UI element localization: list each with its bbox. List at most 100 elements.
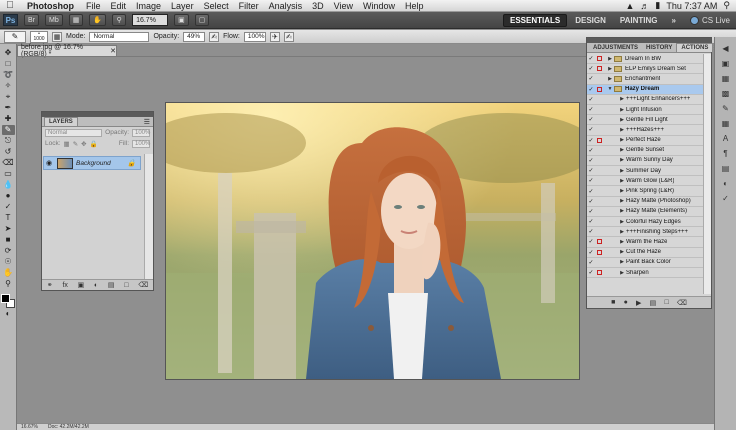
battery-icon[interactable]: ▮ xyxy=(655,0,660,11)
layer-row-background[interactable]: ◉ Background 🔒 xyxy=(43,156,141,170)
menu-image[interactable]: Image xyxy=(131,1,166,11)
disclosure-closed-icon[interactable]: ▶ xyxy=(618,219,626,225)
gradient-tool-icon[interactable]: ▭ xyxy=(2,169,15,179)
3d-orbit-tool-icon[interactable]: ☉ xyxy=(2,257,15,267)
lock-all-icon[interactable]: 🔒 xyxy=(90,140,98,148)
hand-icon[interactable]: ✋ xyxy=(89,14,107,26)
type-tool-icon[interactable]: T xyxy=(2,213,15,223)
panel-menu-icon[interactable]: ☰ xyxy=(144,118,153,126)
disclosure-closed-icon[interactable]: ▶ xyxy=(618,239,626,245)
volume-icon[interactable]: ♬ xyxy=(640,1,649,11)
action-row[interactable]: ✓ ▶ Enchantment xyxy=(587,74,711,85)
record-icon[interactable]: ● xyxy=(624,299,628,306)
hand-tool-icon[interactable]: ✋ xyxy=(2,268,15,278)
lock-position-icon[interactable]: ✥ xyxy=(81,140,86,148)
document-tab[interactable]: before.jpg @ 16.7% (RGB/8) * ✕ xyxy=(17,44,117,58)
tab-actions[interactable]: ACTIONS xyxy=(676,43,714,52)
menu-file[interactable]: File xyxy=(81,1,106,11)
action-row[interactable]: ✓ ▶ Paint Back Color xyxy=(587,258,711,268)
disclosure-closed-icon[interactable]: ▶ xyxy=(618,117,626,123)
action-row[interactable]: ✓ ▶ +++Finishing Steps+++ xyxy=(587,227,711,238)
action-row[interactable]: ✓ ▶ Sharpen xyxy=(587,268,711,279)
status-zoom[interactable]: 16.67% xyxy=(21,424,38,430)
action-toggle-check-icon[interactable]: ✓ xyxy=(587,269,595,276)
action-row[interactable]: ✓ ▶ Warm Sunny Day xyxy=(587,156,711,167)
spotlight-icon[interactable]: ⚲ xyxy=(723,0,730,11)
layers-panel-icon[interactable]: ▤ xyxy=(719,163,732,174)
blur-tool-icon[interactable]: 💧 xyxy=(2,180,15,190)
tab-layers[interactable]: LAYERS xyxy=(44,117,78,126)
action-toggle-check-icon[interactable]: ✓ xyxy=(587,167,595,174)
disclosure-closed-icon[interactable]: ▶ xyxy=(618,188,626,194)
workspace-more[interactable]: » xyxy=(666,14,682,27)
menu-view[interactable]: View xyxy=(329,1,358,11)
action-row[interactable]: ✓ ▶ Colorful Hazy Edges xyxy=(587,217,711,228)
action-row[interactable]: ✓ ▶ Dream In BW xyxy=(587,54,711,65)
action-toggle-check-icon[interactable]: ✓ xyxy=(587,188,595,195)
cs-live-button[interactable]: CS Live xyxy=(689,15,730,25)
action-toggle-check-icon[interactable]: ✓ xyxy=(587,86,595,93)
zoom-icon[interactable]: ⚲ xyxy=(112,14,127,26)
action-row[interactable]: ✓ ▶ Hazy Matte (Elements) xyxy=(587,207,711,217)
action-toggle-check-icon[interactable]: ✓ xyxy=(587,208,595,215)
action-toggle-check-icon[interactable]: ✓ xyxy=(587,126,595,133)
dialog-toggle-icon[interactable] xyxy=(595,55,604,62)
dialog-toggle-icon[interactable] xyxy=(595,157,604,164)
fx-icon[interactable]: fx xyxy=(62,282,67,289)
disclosure-closed-icon[interactable]: ▶ xyxy=(618,168,626,174)
action-toggle-check-icon[interactable]: ✓ xyxy=(587,228,595,235)
disclosure-closed-icon[interactable]: ▶ xyxy=(618,229,626,235)
new-layer-icon[interactable]: □ xyxy=(124,282,128,289)
dialog-toggle-icon[interactable] xyxy=(595,116,604,123)
eyedropper-tool-icon[interactable]: ✒ xyxy=(2,103,15,113)
quick-mask-icon[interactable]: ◐ xyxy=(2,309,15,319)
layers-opacity-field[interactable]: 100% xyxy=(132,128,150,137)
dialog-toggle-icon[interactable] xyxy=(595,269,604,276)
menu-layer[interactable]: Layer xyxy=(166,1,199,11)
tab-adjustments[interactable]: ADJUSTMENTS xyxy=(589,43,642,52)
character-panel-icon[interactable]: A xyxy=(719,133,732,144)
dialog-toggle-icon[interactable] xyxy=(595,208,604,215)
disclosure-open-icon[interactable]: ▼ xyxy=(606,86,614,92)
lock-pixels-icon[interactable]: ✎ xyxy=(73,140,78,148)
wifi-icon[interactable]: ▲ xyxy=(626,1,635,11)
clone-stamp-tool-icon[interactable]: ⎋ xyxy=(2,136,15,146)
dialog-toggle-icon[interactable] xyxy=(595,147,604,154)
move-tool-icon[interactable]: ✥ xyxy=(2,48,15,58)
airbrush-icon[interactable]: ✈ xyxy=(269,31,280,42)
fill-field[interactable]: 100% xyxy=(132,139,150,148)
action-row[interactable]: ✓ ▶ Hazy Matte (Photoshop) xyxy=(587,197,711,207)
disclosure-closed-icon[interactable]: ▶ xyxy=(618,96,626,102)
action-toggle-check-icon[interactable]: ✓ xyxy=(587,116,595,123)
action-toggle-check-icon[interactable]: ✓ xyxy=(587,157,595,164)
disclosure-closed-icon[interactable]: ▶ xyxy=(618,127,626,133)
action-row[interactable]: ✓ ▶ Pink Spring (L&R) xyxy=(587,186,711,197)
disclosure-closed-icon[interactable]: ▶ xyxy=(618,137,626,143)
dialog-toggle-icon[interactable] xyxy=(595,96,604,103)
disclosure-closed-icon[interactable]: ▶ xyxy=(606,76,614,82)
action-toggle-check-icon[interactable]: ✓ xyxy=(587,198,595,205)
menu-help[interactable]: Help xyxy=(400,1,429,11)
menu-3d[interactable]: 3D xyxy=(307,1,329,11)
disclosure-closed-icon[interactable]: ▶ xyxy=(618,249,626,255)
lasso-tool-icon[interactable]: ➰ xyxy=(2,70,15,80)
action-row[interactable]: ✓ ▶ Warm Glow (L&R) xyxy=(587,176,711,187)
actions-scrollbar[interactable] xyxy=(703,54,711,294)
disclosure-closed-icon[interactable]: ▶ xyxy=(618,198,626,204)
eraser-tool-icon[interactable]: ⌫ xyxy=(2,158,15,168)
action-row[interactable]: ✓ ▶ Summer Day xyxy=(587,166,711,177)
opacity-pressure-icon[interactable]: ✍ xyxy=(209,31,220,42)
brush-tool-icon[interactable]: ✎ xyxy=(1,125,15,135)
action-row[interactable]: ✓ ▶ +++Light Enhancers+++ xyxy=(587,95,711,105)
dialog-toggle-icon[interactable] xyxy=(595,198,604,205)
new-action-icon[interactable]: □ xyxy=(664,299,668,306)
dialog-toggle-icon[interactable] xyxy=(595,65,604,72)
disclosure-closed-icon[interactable]: ▶ xyxy=(606,56,614,62)
mode-select[interactable]: Normal xyxy=(89,31,150,42)
disclosure-closed-icon[interactable]: ▶ xyxy=(606,66,614,72)
expand-panels-icon[interactable]: ◀ xyxy=(719,43,732,54)
adjustment-layer-icon[interactable]: ◐ xyxy=(94,282,98,289)
grid-icon[interactable]: ▦ xyxy=(68,14,84,26)
dialog-toggle-icon[interactable] xyxy=(595,126,604,133)
menu-window[interactable]: Window xyxy=(358,1,400,11)
